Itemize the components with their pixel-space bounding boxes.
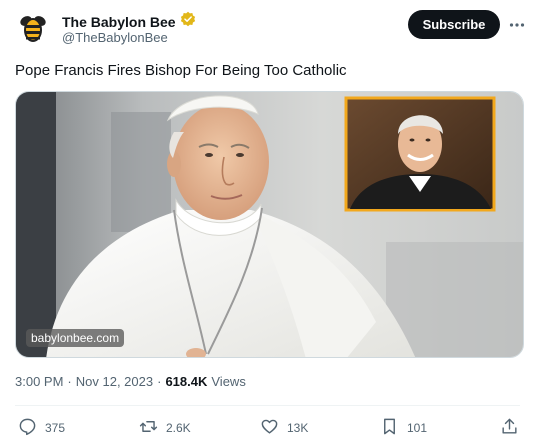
tweet-time[interactable]: 3:00 PM	[15, 374, 63, 389]
like-count: 13K	[287, 421, 309, 435]
author-display-name[interactable]: The Babylon Bee	[62, 14, 176, 30]
share-button[interactable]	[500, 414, 519, 442]
tweet-text: Pope Francis Fires Bishop For Being Too …	[15, 62, 347, 79]
retweet-button[interactable]: 2.6K	[139, 414, 191, 442]
tweet-meta: 3:00 PM · Nov 12, 2023 · 618.4K Views	[15, 374, 246, 389]
meta-separator: ·	[157, 374, 162, 389]
tweet-media-image[interactable]: babylonbee.com	[15, 91, 524, 358]
reply-button[interactable]: 375	[18, 414, 65, 442]
tweet-header: The Babylon Bee @TheBabylonBee Subscribe	[0, 0, 535, 60]
action-bar: 375 2.6K 13K 101	[0, 414, 535, 442]
media-watermark: babylonbee.com	[26, 329, 125, 347]
share-icon	[500, 417, 519, 439]
author-handle[interactable]: @TheBabylonBee	[62, 30, 168, 45]
bookmark-count: 101	[407, 421, 428, 435]
gold-verified-badge-icon	[180, 11, 196, 32]
bookmark-icon	[380, 417, 399, 439]
subscribe-button[interactable]: Subscribe	[408, 10, 500, 39]
divider	[15, 405, 520, 406]
views-count: 618.4K	[165, 374, 208, 389]
more-horizontal-icon[interactable]	[506, 14, 528, 36]
tweet-date[interactable]: Nov 12, 2023	[76, 374, 153, 389]
retweet-count: 2.6K	[166, 421, 191, 435]
author-name-row: The Babylon Bee	[62, 11, 196, 32]
bee-logo-icon[interactable]	[15, 10, 51, 46]
reply-icon	[18, 417, 37, 439]
pope-and-bishop-photo	[16, 92, 523, 357]
views-label: Views	[211, 374, 246, 389]
bookmark-button[interactable]: 101	[380, 414, 427, 442]
reply-count: 375	[45, 421, 66, 435]
like-button[interactable]: 13K	[260, 414, 308, 442]
heart-icon	[260, 417, 279, 439]
meta-separator: ·	[67, 374, 72, 389]
retweet-icon	[139, 417, 158, 439]
